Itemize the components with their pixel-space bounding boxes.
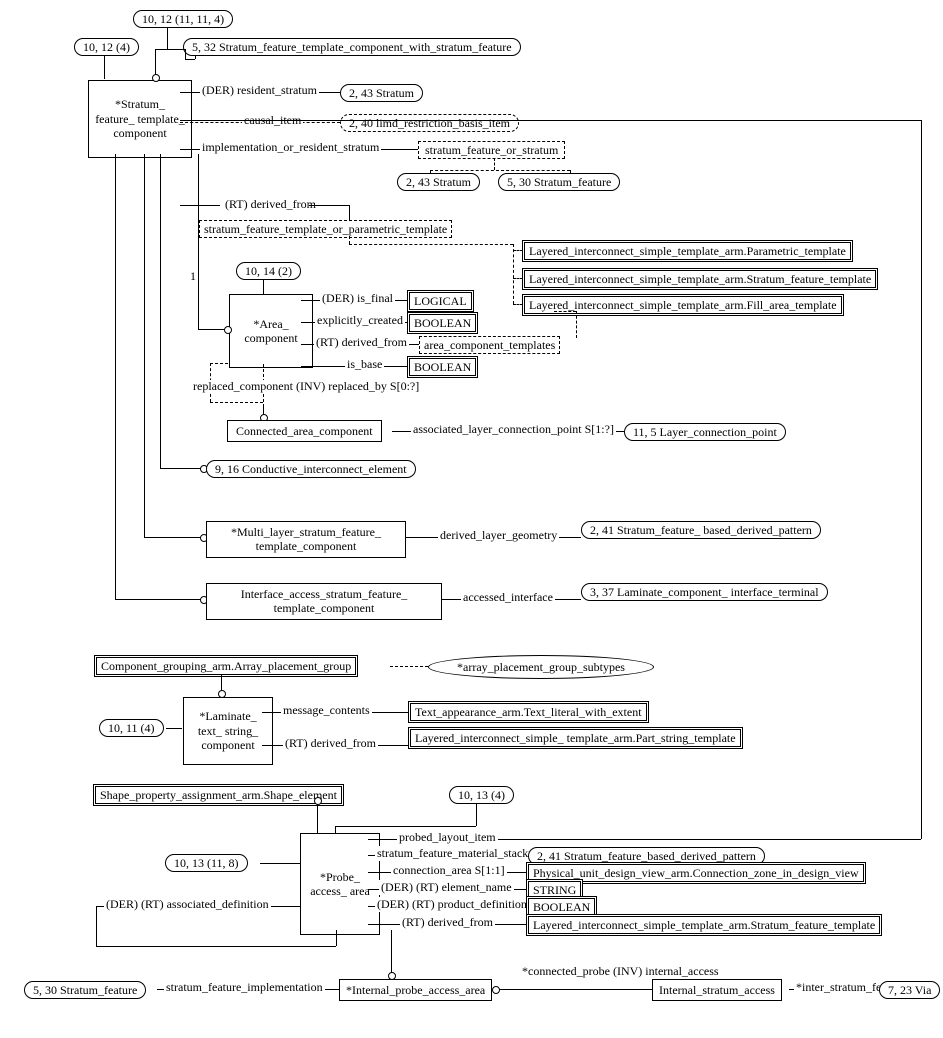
ref-5-30-stratum-feature: 5, 30 Stratum_feature xyxy=(498,173,620,191)
label-associated-definition: (DER) (RT) associated_definition xyxy=(104,897,271,912)
label-explicitly-created: explicitly_created xyxy=(315,313,405,328)
ref-10-13-4: 10, 13 (4) xyxy=(449,786,514,804)
ref-stratum-feature-template-component-with: 5, 32 Stratum_feature_template_component… xyxy=(183,38,521,56)
entity-probe-access-area: *Probe_ access_ area xyxy=(300,833,380,935)
ext-connection-zone: Physical_unit_design_view_arm.Connection… xyxy=(528,864,864,882)
type-boolean-1: BOOLEAN xyxy=(409,314,476,332)
ext-parametric-template: Layered_interconnect_simple_template_arm… xyxy=(524,242,851,260)
label-stratum-feature-material-stackup: stratum_feature_material_stackup xyxy=(375,846,542,861)
label-message-contents: message_contents xyxy=(281,703,372,718)
label-der-rt-product-definitional: (DER) (RT) product_definitional xyxy=(375,897,538,912)
label-rt-derived-from-1: (RT) derived_from xyxy=(223,197,318,212)
ref-laminate-component-interface: 3, 37 Laminate_component_ interface_term… xyxy=(581,583,828,601)
label-accessed-interface: accessed_interface xyxy=(461,590,555,605)
entity-multi-layer-stratum-feature: *Multi_layer_stratum_feature_ template_c… xyxy=(206,521,406,558)
ref-stratum-feature-based-derived: 2, 41 Stratum_feature_ based_derived_pat… xyxy=(581,521,821,539)
entity-internal-probe-access-area: *Internal_probe_access_area xyxy=(339,979,492,1001)
ref-7-23-via: 7, 23 Via xyxy=(879,981,940,999)
label-connection-area: connection_area S[1:1] xyxy=(391,863,507,878)
ext-part-string-template: Layered_interconnect_simple_ template_ar… xyxy=(410,729,741,747)
ext-stratum-feature-template-2: Layered_interconnect_simple_template_arm… xyxy=(528,916,880,934)
ref-conductive-interconnect: 9, 16 Conductive_interconnect_element xyxy=(206,460,416,478)
label-associated-layer-connection: associated_layer_connection_point S[1:?] xyxy=(411,422,616,437)
label-stratum-feature-implementation: stratum_feature_implementation xyxy=(164,980,325,995)
type-boolean-2: BOOLEAN xyxy=(409,358,476,376)
ref-10-13-11-8: 10, 13 (11, 8) xyxy=(165,854,248,872)
ext-text-literal: Text_appearance_arm.Text_literal_with_ex… xyxy=(410,703,647,721)
label-cardinality-1: 1 xyxy=(188,269,198,284)
entity-interface-access-stratum-feature: Interface_access_stratum_feature_ templa… xyxy=(206,583,442,620)
ref-10-14-2: 10, 14 (2) xyxy=(236,262,301,280)
ref-10-12-11-11-4: 10, 12 (11, 11, 4) xyxy=(133,10,233,28)
label-rt-derived-from-2: (RT) derived_from xyxy=(314,335,409,350)
entity-stratum-feature-template-component: *Stratum_ feature_ template_ component xyxy=(88,80,192,158)
ref-10-12-4: 10, 12 (4) xyxy=(74,38,139,56)
entity-internal-stratum-access: Internal_stratum_access xyxy=(652,979,782,1001)
label-rt-derived-from-3: (RT) derived_from xyxy=(283,736,378,751)
entity-laminate-text-string-component: *Laminate_ text_ string_ component xyxy=(183,697,273,765)
label-rt-derived-from-4: (RT) derived_from xyxy=(400,915,495,930)
ref-10-11-4: 10, 11 (4) xyxy=(99,719,164,737)
ext-array-placement-group: Component_grouping_arm.Array_placement_g… xyxy=(96,657,356,675)
ext-shape-element: Shape_property_assignment_arm.Shape_elem… xyxy=(95,786,342,804)
ref-2-43-stratum-b: 2, 43 Stratum xyxy=(397,173,480,191)
select-area-component-templates: area_component_templates xyxy=(419,336,560,354)
ref-layer-connection-point: 11, 5 Layer_connection_point xyxy=(624,423,786,441)
label-resident-stratum: (DER) resident_stratum xyxy=(200,83,319,98)
ref-2-43-stratum-a: 2, 43 Stratum xyxy=(340,84,423,102)
select-stratum-feature-template-or-parametric: stratum_feature_template_or_parametric_t… xyxy=(199,220,452,238)
ref-5-30-stratum-feature-b: 5, 30 Stratum_feature xyxy=(24,981,146,999)
label-is-base: is_base xyxy=(345,357,384,372)
label-probed-layout-item: probed_layout_item xyxy=(397,830,498,845)
label-implementation-or-resident: implementation_or_resident_stratum xyxy=(200,140,381,155)
label-der-is-final: (DER) is_final xyxy=(320,291,395,306)
entity-connected-area-component: Connected_area_component xyxy=(227,420,382,442)
entity-area-component: *Area_ component xyxy=(229,294,313,368)
label-derived-layer-geometry: derived_layer_geometry xyxy=(438,528,559,543)
ref-limd-restriction: 2, 40 limd_restriction_basis_item xyxy=(340,114,519,132)
select-array-placement-group-subtypes: *array_placement_group_subtypes xyxy=(428,655,654,679)
select-stratum-feature-or-stratum: stratum_feature_or_stratum xyxy=(418,141,565,159)
ext-stratum-feature-template: Layered_interconnect_simple_template_arm… xyxy=(524,270,876,288)
ref-stratum-feature-based-derived-2: 2, 41 Stratum_feature_based_derived_patt… xyxy=(528,847,765,865)
label-der-rt-element-name: (DER) (RT) element_name xyxy=(379,880,514,895)
type-logical: LOGICAL xyxy=(409,292,472,310)
label-replaced-component: replaced_component (INV) replaced_by S[0… xyxy=(191,380,421,393)
type-boolean-3: BOOLEAN xyxy=(528,898,595,916)
label-connected-probe: *connected_probe (INV) internal_access xyxy=(520,965,721,978)
